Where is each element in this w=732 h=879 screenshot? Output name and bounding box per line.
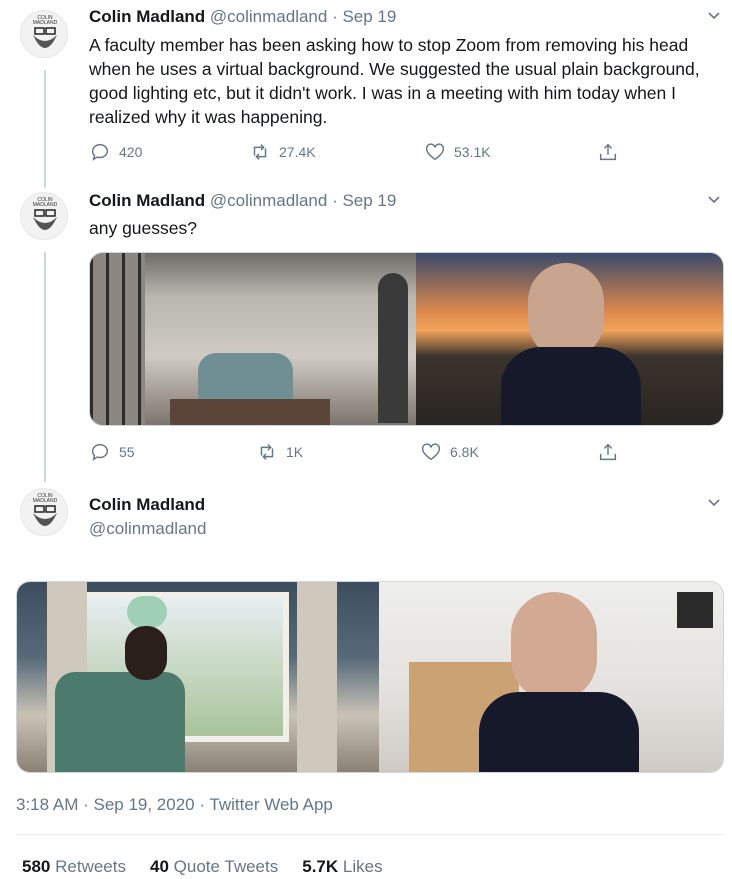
author-handle[interactable]: @colinmadland: [89, 518, 206, 540]
tweet-text: A faculty member has been asking how to …: [89, 35, 700, 127]
avatar-illustration: COLIN MADLAND: [33, 197, 58, 230]
retweet-button[interactable]: 27.4K: [249, 141, 316, 163]
author-handle[interactable]: @colinmadland: [210, 7, 327, 26]
retweets-stat[interactable]: 580 Retweets: [22, 857, 126, 877]
share-icon: [599, 143, 617, 161]
zoom-virtual-background-photo: [90, 253, 416, 425]
tweet-header: Colin Madland @colinmadland · Sep 19: [89, 6, 396, 28]
retweet-button[interactable]: 1K: [256, 441, 303, 463]
author-handle[interactable]: @colinmadland: [210, 191, 327, 210]
tweet-stats: 580 Retweets 40 Quote Tweets 5.7K Likes: [22, 857, 383, 877]
thread-line-2: [44, 252, 46, 482]
like-count: 6.8K: [450, 444, 479, 460]
like-button[interactable]: 6.8K: [420, 441, 479, 463]
reply-count: 420: [119, 144, 143, 160]
avatar[interactable]: COLIN MADLAND: [20, 488, 68, 536]
author-name[interactable]: Colin Madland: [89, 7, 205, 26]
thread-line-1: [44, 70, 46, 188]
share-button[interactable]: [597, 141, 619, 163]
share-icon: [599, 443, 617, 461]
avatar[interactable]: COLIN MADLAND: [20, 192, 68, 240]
tweet-date[interactable]: · Sep 19: [332, 7, 396, 26]
like-icon: [425, 143, 445, 161]
reply-icon: [91, 143, 108, 161]
chevron-down-icon[interactable]: [706, 8, 722, 24]
author-name[interactable]: Colin Madland: [89, 494, 205, 516]
divider: [16, 834, 724, 835]
retweet-count: 1K: [286, 444, 304, 460]
tweet-date[interactable]: · Sep 19: [332, 191, 396, 210]
likes-stat[interactable]: 5.7K Likes: [302, 857, 382, 877]
reply-icon: [91, 443, 108, 461]
reply-button[interactable]: 420: [89, 141, 142, 163]
tweet-header: Colin Madland @colinmadland · Sep 19: [89, 190, 396, 212]
like-button[interactable]: 53.1K: [424, 141, 491, 163]
chevron-down-icon[interactable]: [706, 495, 722, 511]
reply-button[interactable]: 55: [89, 441, 135, 463]
avatar-illustration: COLIN MADLAND: [33, 15, 58, 48]
like-count: 53.1K: [454, 144, 491, 160]
tweet-timestamp[interactable]: 3:18 AM · Sep 19, 2020 · Twitter Web App: [16, 795, 333, 815]
like-icon: [421, 443, 441, 461]
retweet-icon: [253, 144, 267, 160]
avatar-illustration: COLIN MADLAND: [33, 493, 58, 526]
author-name[interactable]: Colin Madland: [89, 191, 205, 210]
zoom-virtual-background-photo: [17, 582, 379, 772]
share-button[interactable]: [597, 441, 619, 463]
svg-text:MADLAND: MADLAND: [33, 202, 58, 208]
retweet-icon: [260, 444, 274, 460]
tweet-text: any guesses?: [89, 218, 197, 238]
zoom-webcam-photo: [379, 582, 723, 772]
svg-text:MADLAND: MADLAND: [33, 20, 58, 26]
chevron-down-icon[interactable]: [706, 192, 722, 208]
tweet-media[interactable]: [16, 581, 724, 773]
tweet-media[interactable]: [89, 252, 724, 426]
zoom-webcam-photo: [416, 253, 723, 425]
quote-tweets-stat[interactable]: 40 Quote Tweets: [150, 857, 278, 877]
avatar[interactable]: COLIN MADLAND: [20, 10, 68, 58]
retweet-count: 27.4K: [279, 144, 316, 160]
svg-text:MADLAND: MADLAND: [33, 498, 58, 504]
reply-count: 55: [119, 444, 135, 460]
